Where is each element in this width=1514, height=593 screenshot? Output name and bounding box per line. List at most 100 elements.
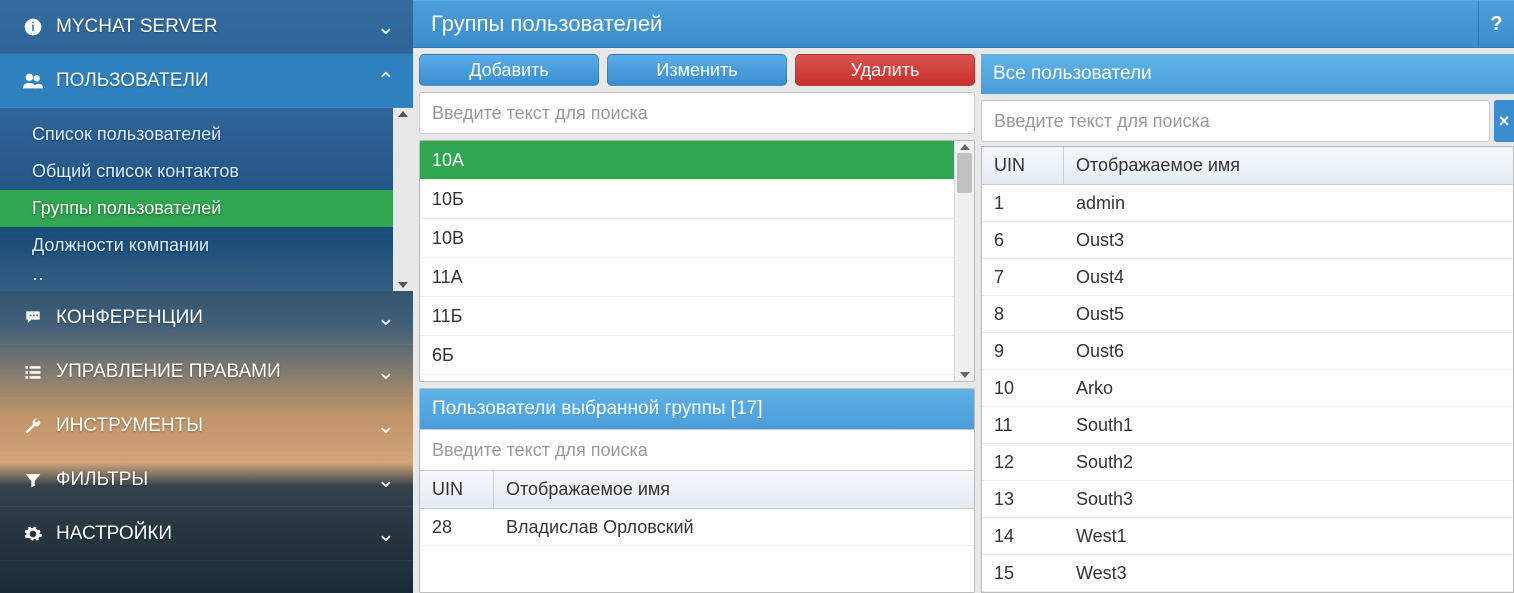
user-uin: 9 — [982, 341, 1064, 362]
sidebar-section-server[interactable]: iMYCHAT SERVER⌄ — [0, 0, 413, 54]
sidebar-section-label: КОНФЕРЕНЦИИ — [56, 307, 377, 329]
sidebar-section-conferences[interactable]: КОНФЕРЕНЦИИ⌄ — [0, 291, 413, 345]
scroll-down-icon[interactable] — [960, 372, 970, 378]
user-row[interactable]: 8Oust5 — [982, 296, 1513, 333]
right-column: Все пользователи × UIN Отображаемое имя … — [981, 54, 1514, 593]
sidebar-section-filters[interactable]: ФИЛЬТРЫ⌄ — [0, 453, 413, 507]
sidebar-submenu-scrollbar[interactable] — [393, 108, 413, 291]
chevron-down-icon: ⌄ — [377, 359, 395, 385]
group-row[interactable]: 6Б — [420, 336, 954, 375]
user-row[interactable]: 7Oust4 — [982, 259, 1513, 296]
chevron-down-icon: ⌄ — [377, 305, 395, 331]
scroll-up-icon[interactable] — [960, 144, 970, 150]
members-table-body: 28Владислав Орловский — [420, 509, 974, 546]
delete-button[interactable]: Удалить — [795, 54, 975, 86]
scroll-thumb[interactable] — [957, 153, 972, 193]
all-users-col-name[interactable]: Отображаемое имя — [1064, 147, 1513, 184]
members-col-uin[interactable]: UIN — [420, 471, 494, 508]
groups-list-body: 10А10Б10В11А11Б6Б — [420, 141, 974, 381]
user-uin: 15 — [982, 563, 1064, 584]
user-name: South1 — [1064, 415, 1513, 436]
svg-text:i: i — [31, 21, 34, 34]
user-uin: 13 — [982, 489, 1064, 510]
filter-icon — [20, 470, 46, 490]
sidebar-section-users[interactable]: ПОЛЬЗОВАТЕЛИ⌃ — [0, 54, 413, 108]
user-name: Oust5 — [1064, 304, 1513, 325]
scroll-track[interactable] — [955, 153, 974, 369]
member-name: Владислав Орловский — [494, 517, 974, 538]
users-icon — [20, 70, 46, 92]
user-name: Oust4 — [1064, 267, 1513, 288]
group-row[interactable]: 11Б — [420, 297, 954, 336]
members-search-input[interactable] — [420, 429, 974, 471]
groups-list: 10А10Б10В11А11Б6Б — [420, 141, 954, 381]
clear-search-button[interactable]: × — [1494, 100, 1514, 142]
user-uin: 14 — [982, 526, 1064, 547]
add-button[interactable]: Добавить — [419, 54, 599, 86]
chevron-up-icon: ⌃ — [377, 68, 395, 94]
list-icon — [20, 362, 46, 382]
user-uin: 11 — [982, 415, 1064, 436]
sidebar-section-label: ФИЛЬТРЫ — [56, 469, 377, 491]
user-row[interactable]: 1admin — [982, 185, 1513, 222]
group-row[interactable]: 10А — [420, 141, 954, 180]
chevron-down-icon: ⌄ — [377, 467, 395, 493]
all-users-table-header: UIN Отображаемое имя — [982, 147, 1513, 185]
sidebar-item-3[interactable]: Должности компании — [0, 227, 393, 264]
chevron-down-icon: ⌄ — [377, 14, 395, 40]
members-panel-title: Пользователи выбранной группы [17] — [420, 389, 974, 429]
groups-search-input[interactable] — [419, 92, 975, 134]
user-uin: 8 — [982, 304, 1064, 325]
all-users-search-input[interactable] — [981, 100, 1490, 142]
group-row[interactable]: 10В — [420, 219, 954, 258]
user-row[interactable]: 6Oust3 — [982, 222, 1513, 259]
page-header: Группы пользователей ? — [413, 0, 1514, 48]
sidebar-item-0[interactable]: Список пользователей — [0, 116, 393, 153]
user-name: Arko — [1064, 378, 1513, 399]
group-row[interactable]: 11А — [420, 258, 954, 297]
sidebar-item-1[interactable]: Общий список контактов — [0, 153, 393, 190]
edit-button[interactable]: Изменить — [607, 54, 787, 86]
user-name: admin — [1064, 193, 1513, 214]
all-users-col-uin[interactable]: UIN — [982, 147, 1064, 184]
user-uin: 12 — [982, 452, 1064, 473]
sidebar-section-rights[interactable]: УПРАВЛЕНИЕ ПРАВАМИ⌄ — [0, 345, 413, 399]
wrench-icon — [20, 416, 46, 436]
user-row[interactable]: 15West3 — [982, 555, 1513, 592]
info-icon: i — [20, 17, 46, 37]
sidebar-item-2[interactable]: Группы пользователей — [0, 190, 393, 227]
user-name: West1 — [1064, 526, 1513, 547]
user-name: South2 — [1064, 452, 1513, 473]
member-row[interactable]: 28Владислав Орловский — [420, 509, 974, 546]
user-uin: 1 — [982, 193, 1064, 214]
members-panel: Пользователи выбранной группы [17] UIN О… — [419, 388, 975, 593]
member-uin: 28 — [420, 517, 494, 538]
gear-icon — [20, 524, 46, 544]
sidebar-section-settings[interactable]: НАСТРОЙКИ⌄ — [0, 507, 413, 561]
user-row[interactable]: 12South2 — [982, 444, 1513, 481]
group-row[interactable]: 10Б — [420, 180, 954, 219]
page-title: Группы пользователей — [413, 11, 1478, 37]
all-users-table: UIN Отображаемое имя 1admin6Oust37Oust48… — [981, 146, 1514, 593]
scroll-up-icon[interactable] — [398, 111, 408, 117]
user-row[interactable]: 13South3 — [982, 481, 1513, 518]
user-name: West3 — [1064, 563, 1513, 584]
all-users-title: Все пользователи — [981, 54, 1514, 94]
chevron-down-icon: ⌄ — [377, 521, 395, 547]
scroll-down-icon[interactable] — [398, 282, 408, 288]
sidebar-section-tools[interactable]: ИНСТРУМЕНТЫ⌄ — [0, 399, 413, 453]
user-row[interactable]: 11South1 — [982, 407, 1513, 444]
help-button[interactable]: ? — [1478, 1, 1514, 47]
user-row[interactable]: 9Oust6 — [982, 333, 1513, 370]
groups-scrollbar[interactable] — [954, 141, 974, 381]
user-row[interactable]: 10Arko — [982, 370, 1513, 407]
sidebar-submenu: Список пользователейОбщий список контакт… — [0, 108, 413, 291]
user-row[interactable]: 14West1 — [982, 518, 1513, 555]
chevron-down-icon: ⌄ — [377, 413, 395, 439]
members-col-name[interactable]: Отображаемое имя — [494, 471, 974, 508]
main-area: Группы пользователей ? Добавить Изменить… — [413, 0, 1514, 593]
toolbar: Добавить Изменить Удалить — [419, 54, 975, 86]
user-name: South3 — [1064, 489, 1513, 510]
user-uin: 7 — [982, 267, 1064, 288]
user-uin: 6 — [982, 230, 1064, 251]
